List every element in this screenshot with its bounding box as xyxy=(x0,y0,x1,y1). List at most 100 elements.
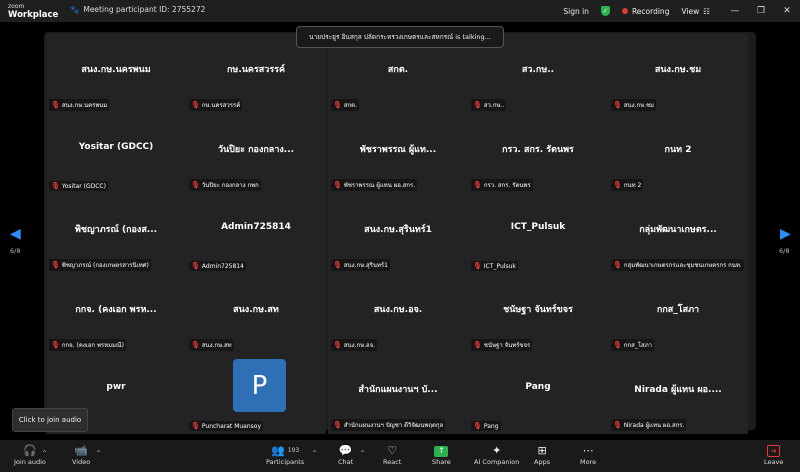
participant-name: สนง.กษ.นครพนม xyxy=(81,65,151,75)
participant-label: 🎙 กษ.นครสวรรค์ xyxy=(189,99,243,111)
participant-label: 🎙 สนง.กษ.อจ. xyxy=(331,339,378,351)
participant-name: พัชราพรรณ ผู้แท... xyxy=(359,145,437,155)
participant-name: สนง.กษ.สุรินทร์1 xyxy=(364,225,432,235)
mic-muted-icon: 🎙 xyxy=(333,341,342,349)
participant-label-text: กษ.นครสวรรค์ xyxy=(201,102,241,109)
participant-tile[interactable]: กลุ่มพัฒนาเกษตร... 🎙 กลุ่มพัฒนาเกษตรกรและช… xyxy=(608,194,748,274)
participant-name: สนง.กษ.สท xyxy=(233,305,279,315)
view-button[interactable]: View ☷ xyxy=(681,7,710,16)
participant-tile[interactable]: กกจ. (คงเอก พรห... 🎙 กกจ. (คงเอก พรหมมณี) xyxy=(46,274,186,354)
participant-label-text: Admin725814 xyxy=(201,262,244,270)
participant-tile[interactable]: สนง.กษ.อจ. 🎙 สนง.กษ.อจ. xyxy=(328,274,468,354)
talking-banner: นายประยูร อินสกุล ปลัดกระทรวงเกษตรและสหก… xyxy=(296,26,504,48)
video-off-icon: 📹 xyxy=(74,444,88,457)
participant-tile[interactable]: Nirada ผู้แทน ผอ.... 🎙 Nirada ผู้แทน ผอ.สก… xyxy=(608,354,748,434)
participant-label: 🎙 วันปิยะ กองกลาง กพก xyxy=(189,179,261,191)
apps-label: Apps xyxy=(534,458,551,466)
recording-indicator[interactable]: Recording xyxy=(621,7,669,16)
share-button[interactable]: ↑ Share xyxy=(432,444,451,466)
mic-muted-icon: 🎙 xyxy=(613,341,622,349)
leave-button[interactable]: ➜ Leave xyxy=(764,444,783,466)
participant-tile[interactable]: ชนัษฐา จันทร์ขจร 🎙 ชนัษฐา จันทร์ขจร xyxy=(468,274,608,354)
close-icon[interactable]: ✕ xyxy=(774,6,800,16)
participant-tile[interactable]: Admin725814 🎙 Admin725814 xyxy=(186,194,326,274)
participant-tile[interactable]: กรว. สกร. รัตนพร 🎙 กรว. สกร. รัตนพร xyxy=(468,114,608,194)
participant-tile[interactable]: กกส_โสภา 🎙 กกส_โสภา xyxy=(608,274,748,354)
participant-name: pwr xyxy=(106,382,126,392)
participant-avatar: P xyxy=(233,359,286,412)
mic-muted-icon: 🎙 xyxy=(191,101,200,109)
participant-name: กกจ. (คงเอก พรห... xyxy=(75,305,157,315)
participant-tile[interactable]: สนง.กษ.สุรินทร์1 🎙 สนง.กษ.สุรินทร์1 xyxy=(328,194,468,274)
video-label: Video xyxy=(72,458,91,466)
participants-chevron-icon[interactable]: ^ xyxy=(312,450,317,457)
security-shield-icon[interactable]: ✓ xyxy=(600,6,610,16)
participant-tile[interactable]: กนท 2 🎙 กนท 2 xyxy=(608,114,748,194)
prev-page-icon[interactable]: ◀ xyxy=(10,226,21,242)
next-page-icon[interactable]: ▶ xyxy=(780,226,791,242)
mic-muted-icon: 🎙 xyxy=(51,341,60,349)
ai-companion-button[interactable]: ✦ AI Companion xyxy=(474,444,519,466)
mic-muted-icon: 🎙 xyxy=(613,261,622,269)
participants-count: 193 xyxy=(287,447,300,454)
leave-label: Leave xyxy=(764,458,784,466)
mic-muted-icon: 🎙 xyxy=(613,181,622,189)
participant-name: วันปิยะ กองกลาง... xyxy=(217,145,295,155)
leave-door-icon: ➜ xyxy=(767,445,781,457)
participant-label: 🎙 Pang xyxy=(471,421,501,431)
participant-label: 🎙 สนง.กษ.สท xyxy=(189,339,234,351)
chat-label: Chat xyxy=(338,458,354,466)
paw-icon: 🐾 xyxy=(70,5,80,14)
participant-label: 🎙 Nirada ผู้แทน ผอ.สกร. xyxy=(611,419,687,431)
apps-button[interactable]: ⊞ Apps xyxy=(534,444,550,466)
participant-name: สกต. xyxy=(387,65,409,75)
mic-muted-icon: 🎙 xyxy=(191,181,200,189)
participant-tile[interactable]: วันปิยะ กองกลาง... 🎙 วันปิยะ กองกลาง กพก xyxy=(186,114,326,194)
participant-name: สว.กษ.. xyxy=(521,65,555,75)
zoom-logo: zoom Workplace xyxy=(8,2,58,20)
participant-tile[interactable]: สนง.กษ.นครพนม 🎙 สนง.กษ.นครพนม xyxy=(46,34,186,114)
participant-tile[interactable]: พัชราพรรณ ผู้แท... 🎙 พัชราพรรณ ผู้แทน ผอ.ส… xyxy=(328,114,468,194)
participant-tile[interactable]: สนง.กษ.สท 🎙 สนง.กษ.สท xyxy=(186,274,326,354)
mic-muted-icon: 🎙 xyxy=(333,101,342,109)
participant-label: 🎙 Admin725814 xyxy=(189,261,246,271)
restore-icon[interactable]: ❐ xyxy=(748,6,774,16)
participant-label: 🎙 พัชราพรรณ ผู้แทน ผอ.สกร. xyxy=(331,179,418,191)
participant-tile[interactable]: พิชญาภรณ์ (กองส... 🎙 พิชญาภรณ์ (กองเกษตรสา… xyxy=(46,194,186,274)
sign-in-button[interactable]: Sign in xyxy=(563,7,589,16)
mic-muted-icon: 🎙 xyxy=(613,421,622,429)
mic-muted-icon: 🎙 xyxy=(473,101,482,109)
participant-label-text: Pang xyxy=(483,422,499,430)
meeting-info[interactable]: 🐾 Meeting participant ID: 2755272 xyxy=(70,5,205,14)
participant-name: กนท 2 xyxy=(664,145,692,155)
more-button[interactable]: ⋯ More xyxy=(580,444,596,466)
participant-tile[interactable]: สำนักแผนงานฯ บั... 🎙 สำนักแผนงานฯ ปัญชา ดี… xyxy=(328,354,468,434)
title-bar: zoom Workplace 🐾 Meeting participant ID:… xyxy=(0,0,800,22)
react-button[interactable]: ♡ React xyxy=(383,444,401,466)
participant-label: 🎙 สนง.กษ.ชม xyxy=(611,99,657,111)
participant-label-text: พิชญาภรณ์ (กองเกษตรสารนิเทศ) xyxy=(61,262,149,269)
mic-muted-icon: 🎙 xyxy=(473,341,482,349)
participant-label: 🎙 กนท 2 xyxy=(611,179,644,191)
participant-name: กลุ่มพัฒนาเกษตร... xyxy=(639,225,717,235)
video-options-chevron-icon[interactable]: ^ xyxy=(96,450,101,457)
participant-name: Pang xyxy=(525,382,551,392)
minimize-icon[interactable]: — xyxy=(722,6,748,16)
chat-button[interactable]: 💬 Chat xyxy=(338,444,353,466)
participant-label: 🎙 สว.กษ.. xyxy=(471,99,507,111)
participants-button[interactable]: 👥 193 Participants xyxy=(266,444,304,466)
mic-muted-icon: 🎙 xyxy=(51,101,60,109)
view-label: View xyxy=(681,6,700,16)
audio-options-chevron-icon[interactable]: ^ xyxy=(42,450,47,457)
chat-chevron-icon[interactable]: ^ xyxy=(360,450,365,457)
mic-muted-icon: 🎙 xyxy=(333,181,342,189)
participant-tile[interactable]: สนง.กษ.ชม 🎙 สนง.กษ.ชม xyxy=(608,34,748,114)
heart-icon: ♡ xyxy=(387,444,398,457)
participant-tile[interactable]: Yositar (GDCC) 🎙 Yositar (GDCC) xyxy=(46,114,186,194)
video-button[interactable]: 📹 Video xyxy=(72,444,90,466)
participant-tile[interactable]: Pang 🎙 Pang xyxy=(468,354,608,434)
participant-label-text: สกต. xyxy=(343,102,357,109)
participant-tile[interactable]: ICT_Pulsuk 🎙 ICT_Pulsuk xyxy=(468,194,608,274)
participant-tile[interactable]: P 🎙 Puncharat Muansoy xyxy=(186,354,326,434)
participant-label-text: กนท 2 xyxy=(623,182,642,189)
